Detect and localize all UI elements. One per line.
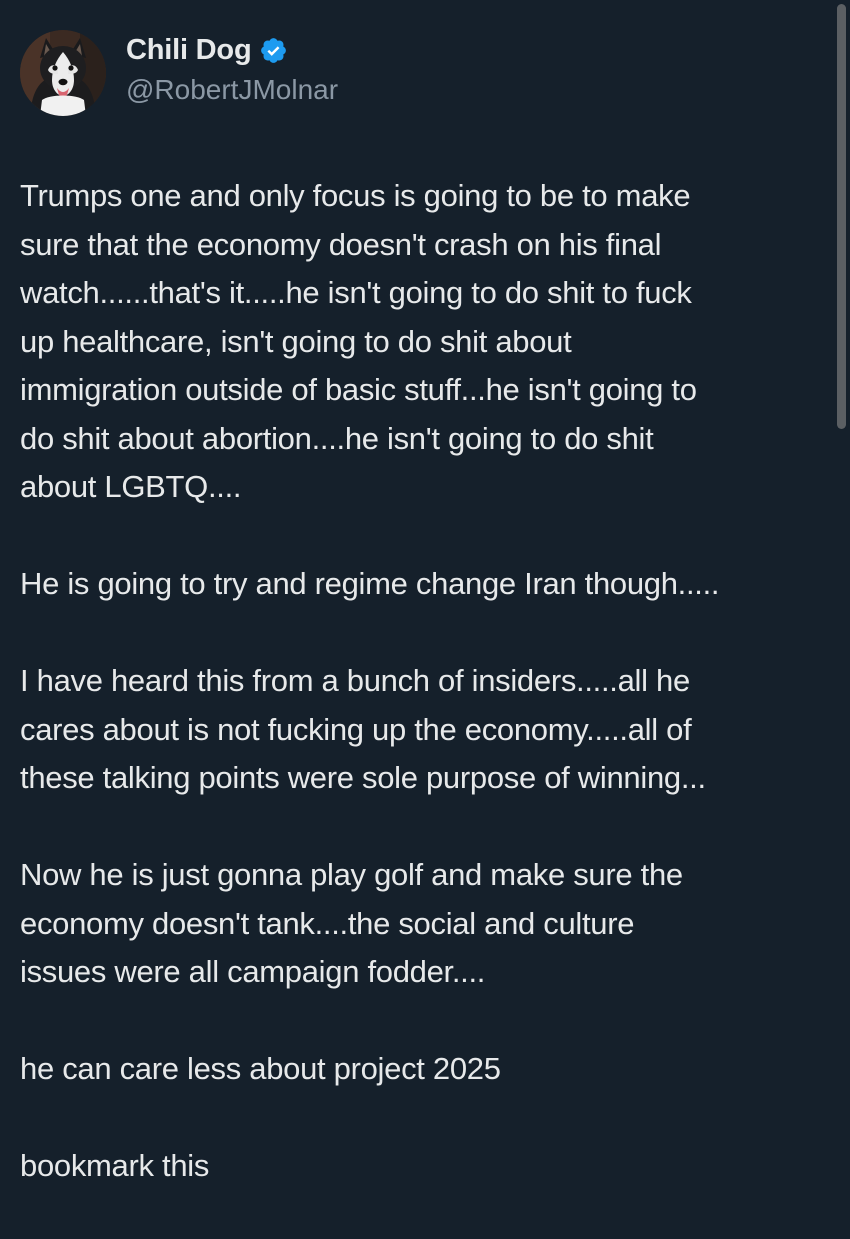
tweet-line: immigration outside of basic stuff...he …	[20, 372, 697, 407]
tweet-paragraph: bookmark this	[20, 1142, 835, 1191]
tweet-line: up healthcare, isn't going to do shit ab…	[20, 323, 572, 359]
tweet-line: about LGBTQ....	[20, 469, 242, 504]
tweet-paragraph: Trumps one and only focus is going to be…	[20, 172, 835, 512]
author-display-name[interactable]: Chili Dog	[126, 34, 252, 67]
tweet-line: he can care less about project 2025	[20, 1051, 501, 1086]
tweet-line: Now he is just gonna play golf and make …	[20, 857, 683, 892]
tweet-line: He is going to try and regime change Ira…	[20, 566, 720, 601]
tweet-paragraph: Now he is just gonna play golf and make …	[20, 851, 835, 997]
tweet-line: do shit about abortion....he isn't going…	[20, 420, 654, 456]
tweet-paragraph: he can care less about project 2025	[20, 1045, 835, 1094]
dog-avatar-icon	[20, 30, 106, 116]
tweet-line: cares about is not fucking up the econom…	[20, 711, 692, 747]
tweet-body: Trumps one and only focus is going to be…	[20, 172, 835, 1239]
tweet-line: I have heard this from a bunch of inside…	[20, 663, 690, 698]
tweet-line: these talking points were sole purpose o…	[20, 760, 706, 795]
author-handle[interactable]: @RobertJMolnar	[126, 74, 338, 106]
tweet: Chili Dog @RobertJMolnar Trumps one and …	[0, 0, 850, 1200]
author-avatar[interactable]	[20, 30, 106, 116]
scrollbar-thumb[interactable]	[837, 4, 846, 429]
tweet-line: Trumps one and only focus is going to be…	[20, 178, 691, 213]
tweet-paragraph: He is going to try and regime change Ira…	[20, 560, 835, 609]
tweet-line: economy doesn't tank....the social and c…	[20, 905, 635, 941]
verified-badge-icon[interactable]	[259, 36, 288, 65]
tweet-paragraph: I have heard this from a bunch of inside…	[20, 657, 835, 803]
tweet-line: sure that the economy doesn't crash on h…	[20, 226, 662, 262]
tweet-line: watch......that's it.....he isn't going …	[20, 275, 692, 310]
scrollbar[interactable]	[832, 0, 850, 1200]
author-name-row: Chili Dog	[126, 30, 288, 70]
tweet-line: bookmark this	[20, 1148, 210, 1183]
tweet-line: issues were all campaign fodder....	[20, 954, 486, 989]
